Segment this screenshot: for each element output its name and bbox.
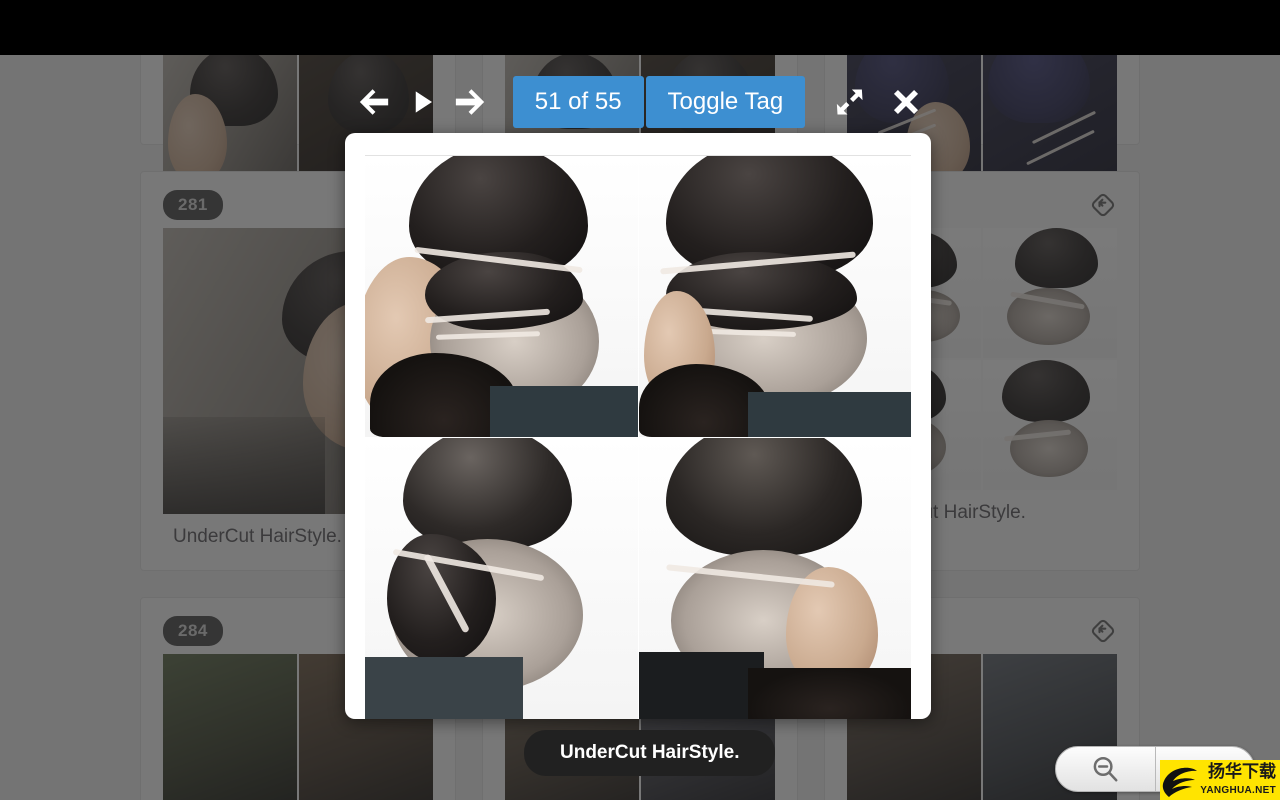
- watermark-cn-text: 扬华下载: [1208, 762, 1276, 781]
- nav-button-group: [355, 83, 489, 121]
- app-root: UnderCut HairStyle.: [0, 0, 1280, 800]
- arrow-right-icon[interactable]: [451, 83, 489, 121]
- image-caption-tooltip: UnderCut HairStyle.: [524, 730, 776, 776]
- modal-image-grid: [365, 155, 911, 719]
- site-watermark: 扬华下载 YANGHUA.NET: [1160, 760, 1280, 800]
- viewer-actions: [831, 83, 925, 121]
- modal-image[interactable]: [365, 156, 638, 437]
- top-black-bar: [0, 0, 1280, 55]
- zoom-out-button[interactable]: [1056, 747, 1156, 791]
- fullscreen-expand-icon[interactable]: [831, 83, 869, 121]
- modal-image[interactable]: [365, 438, 638, 719]
- modal-image[interactable]: [638, 438, 911, 719]
- image-counter-button[interactable]: 51 of 55: [512, 76, 644, 128]
- image-viewer-modal: [345, 133, 931, 719]
- watermark-logo-icon: [1160, 761, 1200, 799]
- modal-image[interactable]: [638, 156, 911, 437]
- play-icon[interactable]: [403, 83, 441, 121]
- arrow-left-icon[interactable]: [355, 83, 393, 121]
- close-x-icon[interactable]: [887, 83, 925, 121]
- watermark-text: 扬华下载 YANGHUA.NET: [1200, 763, 1276, 797]
- watermark-en-text: YANGHUA.NET: [1200, 785, 1276, 796]
- toggle-tag-button[interactable]: Toggle Tag: [645, 76, 806, 128]
